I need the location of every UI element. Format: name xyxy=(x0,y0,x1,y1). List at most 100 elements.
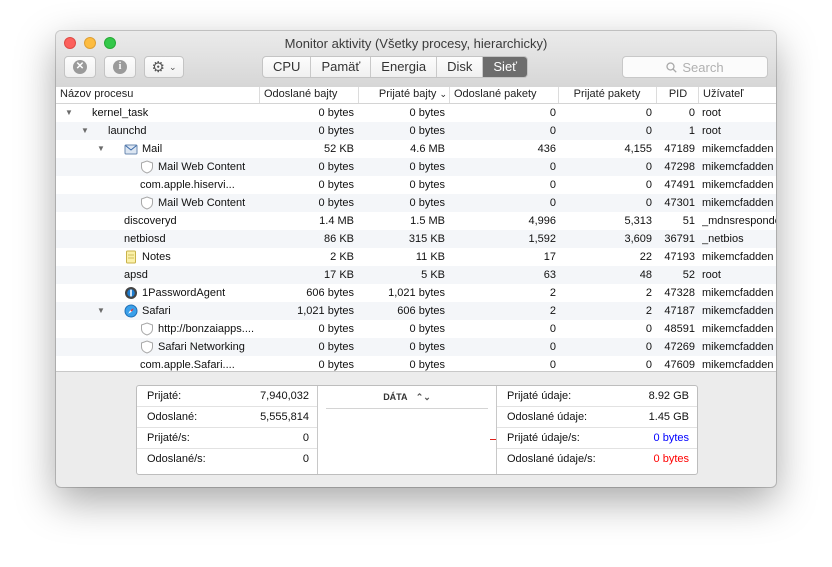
user-cell: root xyxy=(702,125,721,137)
sent-packets-cell: 0 xyxy=(549,125,556,137)
sent-bytes-cell: 606 bytes xyxy=(306,287,354,299)
stat-value: 1.45 GB xyxy=(648,411,689,423)
data-sent-per-sec-row: Odoslané údaje/s: 0 bytes xyxy=(497,449,697,469)
user-cell: mikemcfadden xyxy=(702,323,774,335)
received-bytes-cell: 5 KB xyxy=(421,269,445,281)
data-received-row: Prijaté údaje: 8.92 GB xyxy=(497,386,697,407)
sent-bytes-cell: 0 bytes xyxy=(318,161,354,173)
graph-area: DÁTA ⌃⌄ xyxy=(318,386,496,474)
tab-cpu[interactable]: CPU xyxy=(263,57,310,77)
received-bytes-cell: 0 bytes xyxy=(409,323,445,335)
disclosure-triangle-icon[interactable]: ▼ xyxy=(80,122,90,140)
column-header-received-packets[interactable]: Prijaté pakety xyxy=(558,87,655,103)
stat-label: Odoslané: xyxy=(147,411,198,423)
table-row[interactable]: 1PasswordAgent 606 bytes 1,021 bytes 2 2 4732… xyxy=(56,284,776,302)
column-header-user[interactable]: Užívateľ xyxy=(698,87,776,103)
received-bytes-cell: 606 bytes xyxy=(397,305,445,317)
sent-bytes-cell: 0 bytes xyxy=(318,197,354,209)
disclosure-triangle-icon[interactable]: ▼ xyxy=(96,302,106,320)
sent-bytes-cell: 1,021 bytes xyxy=(297,305,354,317)
column-header-received-bytes[interactable]: Prijaté bajty ⌄ xyxy=(358,87,447,103)
table-row[interactable]: Mail Web Content 0 bytes 0 bytes 0 0 47301 mik… xyxy=(56,194,776,212)
sent-packets-cell: 0 xyxy=(549,359,556,371)
tab-energy[interactable]: Energia xyxy=(370,57,436,77)
table-row[interactable]: ▼ Mail 52 KB 4.6 MB 436 4,155 47189 mikemcfadde… xyxy=(56,140,776,158)
sent-packets-cell: 0 xyxy=(549,179,556,191)
table-row[interactable]: Notes 2 KB 11 KB 17 22 47193 mikemcfadden xyxy=(56,248,776,266)
sent-packets-cell: 0 xyxy=(549,197,556,209)
graph-mode-popup[interactable]: DÁTA ⌃⌄ xyxy=(326,386,488,409)
stat-value: 5,555,814 xyxy=(260,411,309,423)
process-name-cell: discoveryd xyxy=(124,215,177,227)
received-bytes-cell: 1.5 MB xyxy=(410,215,445,227)
user-cell: root xyxy=(702,107,721,119)
data-totals: Prijaté údaje: 8.92 GB Odoslané údaje: 1.4… xyxy=(497,386,697,474)
pid-cell: 52 xyxy=(682,269,695,281)
received-packets-cell: 0 xyxy=(645,107,652,119)
pid-cell: 1 xyxy=(688,125,695,137)
table-row[interactable]: apsd 17 KB 5 KB 63 48 52 root xyxy=(56,266,776,284)
disclosure-triangle-icon[interactable]: ▼ xyxy=(96,140,106,158)
sandbox-shield-icon xyxy=(140,340,154,354)
user-cell: mikemcfadden xyxy=(702,359,774,371)
pid-cell: 47193 xyxy=(664,251,695,263)
sent-bytes-cell: 2 KB xyxy=(330,251,354,263)
table-row[interactable]: Mail Web Content 0 bytes 0 bytes 0 0 47298 mik… xyxy=(56,158,776,176)
received-packets-cell: 5,313 xyxy=(624,215,652,227)
column-header-pid[interactable]: PID xyxy=(656,87,699,103)
received-packets-cell: 0 xyxy=(645,341,652,353)
disclosure-triangle-icon[interactable]: ▼ xyxy=(64,104,74,122)
data-sent-row: Odoslané údaje: 1.45 GB xyxy=(497,407,697,428)
stat-label: Prijaté údaje/s: xyxy=(507,432,580,444)
chevron-down-icon: ⌄ xyxy=(168,61,177,72)
sent-bytes-cell: 0 bytes xyxy=(318,125,354,137)
process-name-cell: Notes xyxy=(142,251,171,263)
tab-network[interactable]: Sieť xyxy=(482,57,528,77)
user-cell: mikemcfadden xyxy=(702,305,774,317)
pid-cell: 51 xyxy=(682,215,695,227)
table-row[interactable]: discoveryd 1.4 MB 1.5 MB 4,996 5,313 51 _mdnsr… xyxy=(56,212,776,230)
tab-memory[interactable]: Pamäť xyxy=(310,57,370,77)
user-cell: mikemcfadden xyxy=(702,197,774,209)
table-row[interactable]: ▼ kernel_task 0 bytes 0 bytes 0 0 0 root xyxy=(56,104,776,122)
table-row[interactable]: ▼ launchd 0 bytes 0 bytes 0 0 1 root xyxy=(56,122,776,140)
table-row[interactable]: Safari Networking 0 bytes 0 bytes 0 0 47269 mi… xyxy=(56,338,776,356)
sent-packets-cell: 2 xyxy=(549,287,556,299)
table-row[interactable]: http://bonzaiapps.... 0 bytes 0 bytes 0 0 485… xyxy=(56,320,776,338)
sent-packets-cell: 2 xyxy=(549,305,556,317)
stop-process-button[interactable]: ✕ xyxy=(64,56,96,78)
received-bytes-header-label: Prijaté bajty xyxy=(378,88,437,100)
table-row[interactable]: ▼ Safari 1,021 bytes 606 bytes 2 2 47187 mikemc… xyxy=(56,302,776,320)
sent-packets-cell: 0 xyxy=(549,323,556,335)
column-header-sent-packets[interactable]: Odoslané pakety xyxy=(449,87,558,103)
sent-packets-cell: 17 xyxy=(543,251,556,263)
received-packets-cell: 3,609 xyxy=(624,233,652,245)
process-name-cell: http://bonzaiapps.... xyxy=(158,323,255,335)
column-header-process-name[interactable]: Názov procesu xyxy=(60,87,256,103)
sandbox-shield-icon xyxy=(140,322,154,336)
table-row[interactable]: com.apple.hiservi... 0 bytes 0 bytes 0 0 4749… xyxy=(56,176,776,194)
data-received-per-sec-row: Prijaté údaje/s: 0 bytes xyxy=(497,428,697,449)
process-name-cell: Mail Web Content xyxy=(158,161,246,173)
action-menu-button[interactable]: ⚙ ⌄ xyxy=(144,56,184,78)
pid-cell: 36791 xyxy=(664,233,695,245)
user-cell: mikemcfadden xyxy=(702,179,774,191)
search-placeholder: Search xyxy=(682,59,724,75)
search-field[interactable]: Search xyxy=(622,56,768,78)
sent-bytes-cell: 86 KB xyxy=(324,233,354,245)
process-table: Názov procesu Odoslané bajty Prijaté baj… xyxy=(56,87,776,372)
sent-packets-cell: 0 xyxy=(549,341,556,353)
process-name-cell: apsd xyxy=(124,269,148,281)
table-row[interactable]: netbiosd 86 KB 315 KB 1,592 3,609 36791 _netbi… xyxy=(56,230,776,248)
process-name-cell: Mail Web Content xyxy=(158,197,246,209)
tab-disk[interactable]: Disk xyxy=(436,57,482,77)
process-name-cell: netbiosd xyxy=(124,233,166,245)
inspect-process-button[interactable]: i xyxy=(104,56,136,78)
received-bytes-cell: 4.6 MB xyxy=(410,143,445,155)
column-header-sent-bytes[interactable]: Odoslané bajty xyxy=(259,87,358,103)
process-name-cell: Safari xyxy=(142,305,171,317)
received-bytes-cell: 11 KB xyxy=(415,251,445,263)
process-name-cell: launchd xyxy=(108,125,147,137)
pid-cell: 47609 xyxy=(664,359,695,371)
table-row[interactable]: com.apple.Safari.... 0 bytes 0 bytes 0 0 4760… xyxy=(56,356,776,371)
